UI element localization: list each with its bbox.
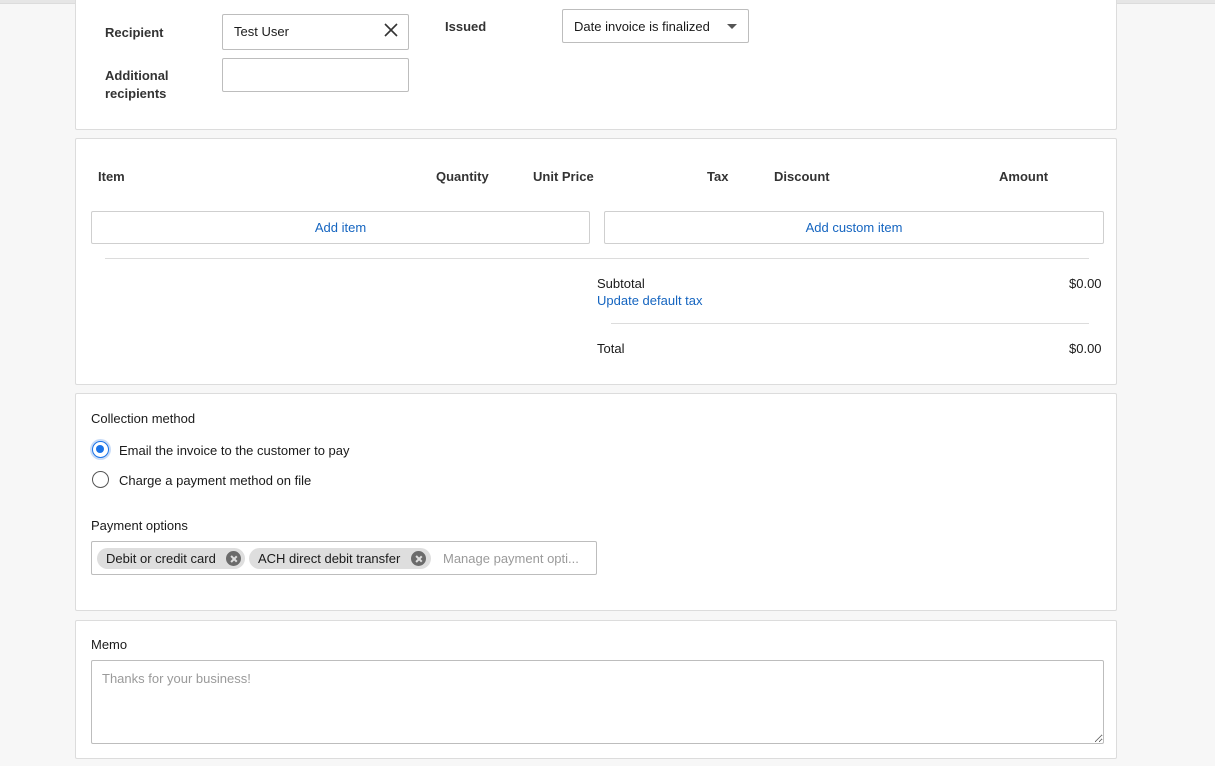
total-label: Total xyxy=(597,341,625,356)
subtotal-value: $0.00 xyxy=(1069,276,1102,291)
payment-options-title: Payment options xyxy=(91,518,188,533)
collection-method-title: Collection method xyxy=(91,411,196,426)
update-default-tax-link[interactable]: Update default tax xyxy=(597,293,703,308)
radio-email-invoice[interactable] xyxy=(92,441,109,458)
payment-chip-card: Debit or credit card xyxy=(97,548,245,569)
memo-textarea[interactable] xyxy=(91,660,1104,744)
radio-charge-payment[interactable] xyxy=(92,471,109,488)
add-item-button[interactable]: Add item xyxy=(91,211,590,244)
radio-charge-payment-label[interactable]: Charge a payment method on file xyxy=(119,473,311,488)
column-header-unit-price: Unit Price xyxy=(533,169,594,184)
additional-recipients-label: Additional recipients xyxy=(105,68,169,101)
recipient-value: Test User xyxy=(234,24,289,39)
remove-chip-icon[interactable] xyxy=(411,551,426,566)
additional-recipients-input[interactable] xyxy=(222,58,409,92)
issued-select[interactable]: Date invoice is finalized xyxy=(562,9,749,43)
collection-method-card: Collection method Email the invoice to t… xyxy=(75,393,1117,611)
column-header-tax: Tax xyxy=(707,169,729,184)
payment-options-input[interactable]: Debit or credit card ACH direct debit tr… xyxy=(91,541,597,575)
issued-label: Issued xyxy=(445,19,487,34)
column-header-item: Item xyxy=(98,169,125,184)
remove-chip-icon[interactable] xyxy=(226,551,241,566)
items-card: Item Quantity Unit Price Tax Discount Am… xyxy=(75,138,1117,385)
column-header-amount: Amount xyxy=(999,169,1049,184)
total-value: $0.00 xyxy=(1069,341,1102,356)
items-divider xyxy=(105,258,1089,259)
chevron-down-icon xyxy=(727,24,737,29)
issued-value: Date invoice is finalized xyxy=(574,19,710,34)
memo-card: Memo xyxy=(75,620,1117,759)
invoice-details-card: Recipient Test User Additional recipient… xyxy=(75,0,1117,130)
total-divider xyxy=(611,323,1089,324)
memo-title: Memo xyxy=(91,637,128,652)
column-header-quantity: Quantity xyxy=(436,169,489,184)
subtotal-label: Subtotal xyxy=(597,276,645,291)
add-custom-item-button[interactable]: Add custom item xyxy=(604,211,1104,244)
clear-recipient-icon[interactable] xyxy=(384,23,398,37)
recipient-input[interactable]: Test User xyxy=(222,14,409,50)
radio-email-invoice-label[interactable]: Email the invoice to the customer to pay xyxy=(119,443,350,458)
payment-chip-ach: ACH direct debit transfer xyxy=(249,548,431,569)
column-header-discount: Discount xyxy=(774,169,830,184)
recipient-label: Recipient xyxy=(105,25,164,40)
payment-options-placeholder: Manage payment opti... xyxy=(443,551,579,566)
